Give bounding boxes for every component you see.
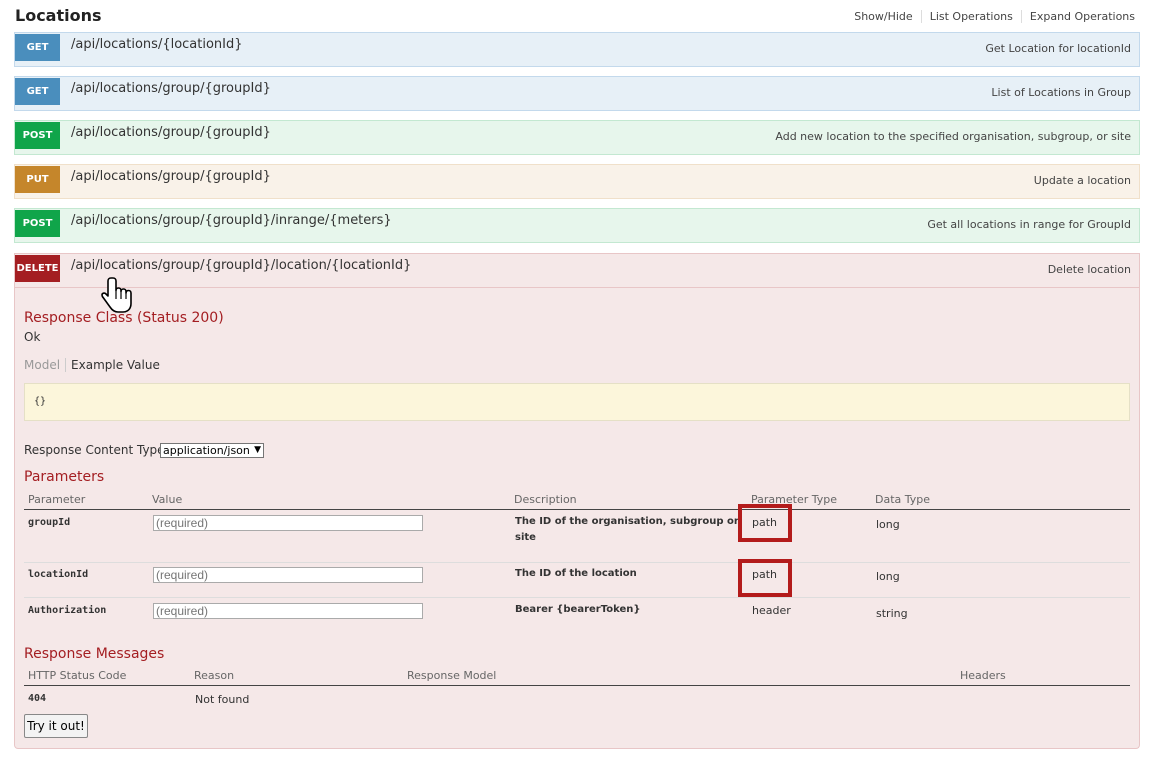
param-data-type: long bbox=[876, 518, 900, 531]
method-badge[interactable]: PUT bbox=[15, 166, 60, 193]
chevron-down-icon: ▼ bbox=[254, 445, 261, 455]
msg-header-reason: Reason bbox=[194, 669, 235, 682]
status-reason: Not found bbox=[195, 693, 250, 706]
operation-detail-panel: Response Class (Status 200) Ok Model Exa… bbox=[14, 288, 1140, 749]
param-description: Bearer {bearerToken} bbox=[515, 604, 641, 615]
param-header-data-type: Data Type bbox=[875, 493, 931, 506]
method-badge[interactable]: GET bbox=[15, 78, 60, 105]
status-code: 404 bbox=[28, 693, 47, 704]
operation-summary[interactable]: Update a location bbox=[1034, 174, 1131, 187]
expand-operations-link[interactable]: Expand Operations bbox=[1020, 10, 1135, 23]
param-type: path bbox=[752, 568, 778, 581]
param-description: The ID of the location bbox=[515, 568, 637, 579]
param-header-parameter: Parameter bbox=[28, 493, 86, 506]
method-badge[interactable]: POST bbox=[15, 210, 60, 237]
list-operations-link[interactable]: List Operations bbox=[920, 10, 1021, 23]
content-type-select[interactable]: application/json ▼ bbox=[160, 443, 264, 458]
operation-summary[interactable]: List of Locations in Group bbox=[991, 86, 1131, 99]
parameters-title: Parameters bbox=[24, 469, 105, 485]
operation-update-location[interactable]: PUT /api/locations/group/{groupId} Updat… bbox=[14, 164, 1140, 199]
row-divider bbox=[24, 562, 1130, 563]
show-hide-link[interactable]: Show/Hide bbox=[846, 10, 920, 23]
param-name: locationId bbox=[28, 569, 89, 580]
method-badge[interactable]: GET bbox=[15, 34, 60, 61]
param-data-type: string bbox=[876, 607, 908, 620]
operation-summary[interactable]: Get all locations in range for GroupId bbox=[927, 218, 1131, 231]
method-badge[interactable]: POST bbox=[15, 122, 60, 149]
param-type: path bbox=[752, 516, 778, 529]
operation-path[interactable]: /api/locations/group/{groupId} bbox=[71, 169, 271, 184]
authorization-input[interactable] bbox=[153, 603, 423, 619]
operation-add-location[interactable]: POST /api/locations/group/{groupId} Add … bbox=[14, 120, 1140, 155]
tab-example-value[interactable]: Example Value bbox=[66, 358, 160, 372]
model-tabs: Model Example Value bbox=[24, 358, 160, 372]
operation-summary[interactable]: Get Location for locationId bbox=[985, 42, 1131, 55]
header-links: Show/Hide List Operations Expand Operati… bbox=[846, 10, 1135, 23]
msg-header-status-code: HTTP Status Code bbox=[28, 669, 127, 682]
operation-list-locations[interactable]: GET /api/locations/group/{groupId} List … bbox=[14, 76, 1140, 111]
locationid-input[interactable] bbox=[153, 567, 423, 583]
method-badge[interactable]: DELETE bbox=[15, 255, 60, 282]
response-messages-title: Response Messages bbox=[24, 646, 165, 662]
try-it-out-button[interactable]: Try it out! bbox=[24, 714, 88, 738]
row-divider bbox=[24, 597, 1130, 598]
operation-delete-location[interactable]: DELETE /api/locations/group/{groupId}/lo… bbox=[14, 253, 1140, 288]
table-header-divider bbox=[24, 509, 1130, 510]
tab-model[interactable]: Model bbox=[24, 358, 67, 372]
operation-path[interactable]: /api/locations/group/{groupId}/inrange/{… bbox=[71, 213, 392, 228]
content-type-label: Response Content Type bbox=[24, 443, 165, 457]
table-header-divider bbox=[24, 685, 1130, 686]
response-class-value: Ok bbox=[24, 330, 41, 344]
hand-pointer-cursor-icon bbox=[101, 277, 132, 313]
groupid-input[interactable] bbox=[153, 515, 423, 531]
param-description: The ID of the organisation, subgroup or … bbox=[515, 516, 739, 543]
param-type: header bbox=[752, 604, 791, 617]
content-type-selected: application/json bbox=[163, 444, 250, 457]
param-data-type: long bbox=[876, 570, 900, 583]
section-header: Locations Show/Hide List Operations Expa… bbox=[15, 4, 1135, 28]
example-value-box[interactable]: {} bbox=[24, 383, 1130, 421]
msg-header-headers: Headers bbox=[960, 669, 1006, 682]
param-name: Authorization bbox=[28, 605, 107, 616]
section-title[interactable]: Locations bbox=[15, 6, 102, 25]
operation-path[interactable]: /api/locations/group/{groupId}/location/… bbox=[71, 258, 411, 273]
operation-get-location[interactable]: GET /api/locations/{locationId} Get Loca… bbox=[14, 32, 1140, 67]
operation-summary[interactable]: Delete location bbox=[1048, 263, 1131, 276]
operation-summary[interactable]: Add new location to the specified organi… bbox=[775, 130, 1131, 143]
operation-path[interactable]: /api/locations/{locationId} bbox=[71, 37, 243, 52]
msg-header-response-model: Response Model bbox=[407, 669, 497, 682]
operation-path[interactable]: /api/locations/group/{groupId} bbox=[71, 81, 271, 96]
param-header-description: Description bbox=[514, 493, 577, 506]
param-header-value: Value bbox=[152, 493, 183, 506]
param-name: groupId bbox=[28, 517, 71, 528]
operation-locations-in-range[interactable]: POST /api/locations/group/{groupId}/inra… bbox=[14, 208, 1140, 243]
operation-path[interactable]: /api/locations/group/{groupId} bbox=[71, 125, 271, 140]
